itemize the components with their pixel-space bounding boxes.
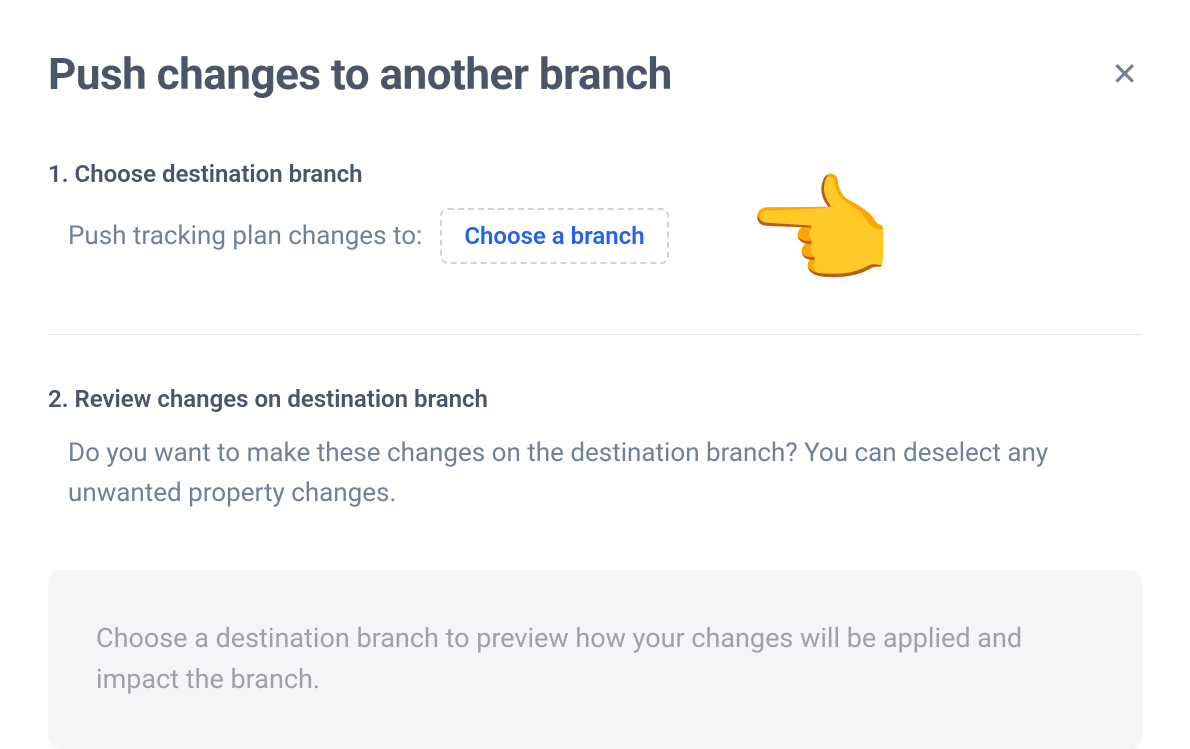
step-2-label: 2. Review changes on destination branch xyxy=(48,385,1142,413)
step-2-section: 2. Review changes on destination branch … xyxy=(48,385,1142,514)
step-1-content: Push tracking plan changes to: Choose a … xyxy=(48,208,1142,264)
section-divider xyxy=(48,334,1142,335)
push-prompt-text: Push tracking plan changes to: xyxy=(68,221,422,251)
preview-placeholder-box: Choose a destination branch to preview h… xyxy=(48,570,1142,749)
step-1-label: 1. Choose destination branch xyxy=(48,160,1142,188)
dialog-header: Push changes to another branch ✕ xyxy=(48,48,1142,100)
close-button[interactable]: ✕ xyxy=(1107,54,1142,94)
dialog-title: Push changes to another branch xyxy=(48,48,672,100)
close-icon: ✕ xyxy=(1111,55,1138,93)
choose-branch-button[interactable]: Choose a branch xyxy=(440,208,668,264)
preview-message: Choose a destination branch to preview h… xyxy=(96,622,1022,696)
step-1-section: 1. Choose destination branch Push tracki… xyxy=(48,160,1142,264)
pointing-hand-icon: 👉 xyxy=(748,173,897,293)
step-2-description: Do you want to make these changes on the… xyxy=(48,433,1142,514)
